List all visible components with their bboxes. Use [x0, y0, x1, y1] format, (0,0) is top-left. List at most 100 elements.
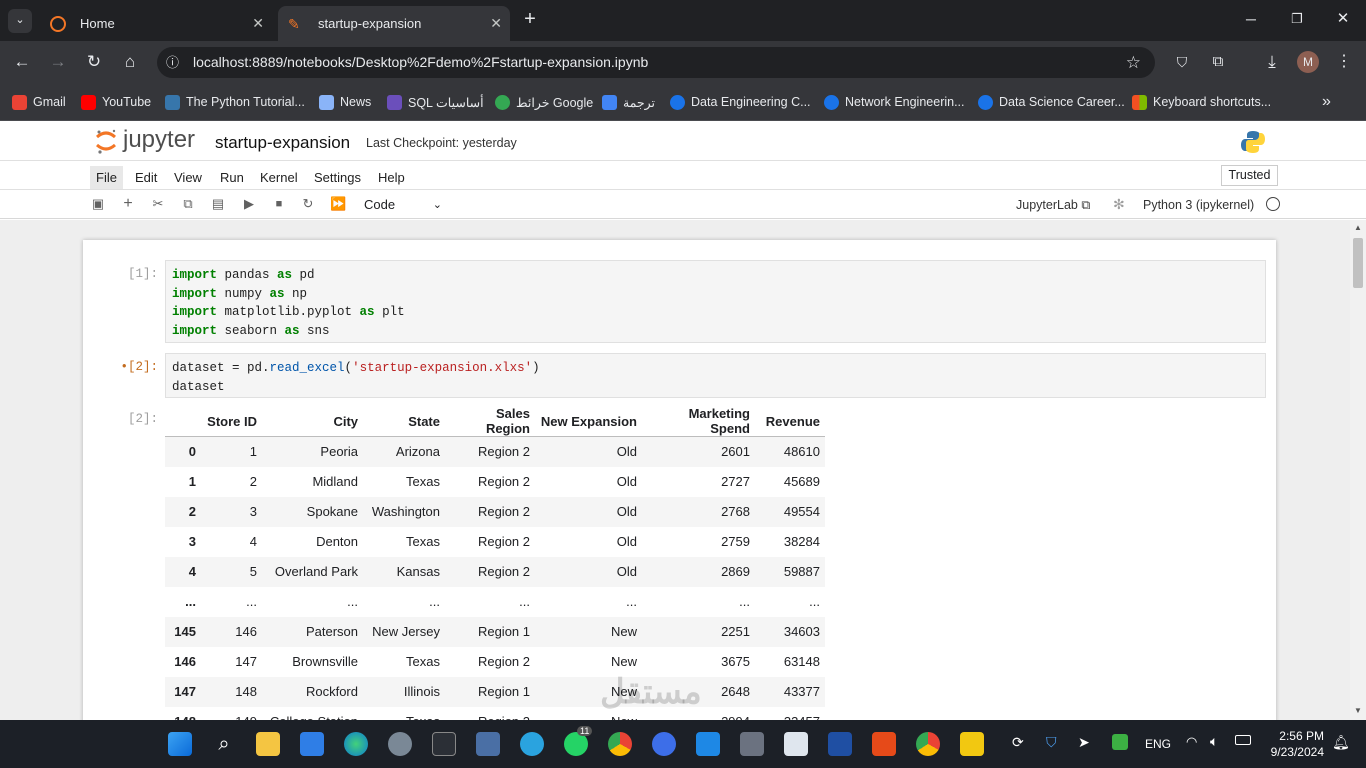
table-cell: 4	[249, 534, 257, 549]
tab-startup-expansion[interactable]: ✎ startup-expansion ✕	[278, 6, 510, 41]
bookmark-data-engineering[interactable]: Data Engineering C...	[670, 92, 811, 112]
notebook-title[interactable]: startup-expansion	[215, 133, 350, 153]
gear-icon[interactable]: ✻	[1113, 196, 1125, 213]
menu-settings[interactable]: Settings	[308, 166, 367, 189]
home-icon[interactable]: ⌂	[119, 51, 141, 73]
more-bookmarks-icon[interactable]: »	[1322, 92, 1331, 112]
bookmark-youtube[interactable]: YouTube	[81, 92, 151, 112]
paste-icon[interactable]: ▤	[210, 196, 226, 212]
security-shield-icon[interactable]: ⛉	[1046, 734, 1057, 751]
telegram-tray-icon[interactable]: ➤	[1078, 734, 1090, 751]
restore-icon[interactable]: ❐	[1286, 8, 1308, 30]
address-bar[interactable]: ⓘ localhost:8889/notebooks/Desktop%2Fdem…	[157, 47, 1155, 78]
wifi-icon[interactable]: ◠	[1186, 734, 1197, 750]
watermark: مستقل	[600, 673, 702, 711]
calculator-icon[interactable]	[476, 732, 500, 756]
table-cell: Spokane	[306, 504, 358, 519]
jupyter-logo-icon[interactable]	[95, 128, 117, 154]
battery-icon[interactable]	[1235, 735, 1251, 745]
trusted-indicator[interactable]: Trusted	[1221, 165, 1278, 186]
restart-icon[interactable]: ↻	[300, 196, 316, 212]
download-icon[interactable]: ⤓	[1261, 51, 1283, 73]
office-icon[interactable]	[872, 732, 896, 756]
tab-home[interactable]: Home ✕	[40, 6, 272, 41]
bookmark-keyboard-shortcuts[interactable]: Keyboard shortcuts...	[1132, 92, 1271, 112]
jupyterlab-link[interactable]: JupyterLab ⧉	[1016, 198, 1090, 213]
cell-type-select[interactable]: Code ⌄	[360, 195, 444, 215]
chrome-active-icon[interactable]	[916, 732, 940, 756]
shield-extension-icon[interactable]: ⛉	[1171, 51, 1193, 73]
snowflake-icon[interactable]	[784, 732, 808, 756]
powershell-icon[interactable]	[828, 732, 852, 756]
stop-icon[interactable]: ■	[271, 196, 287, 212]
scroll-up-icon[interactable]: ▲	[1354, 223, 1362, 232]
chrome-menu-icon[interactable]: ⋮	[1333, 51, 1355, 73]
sync-icon[interactable]: ⟳	[1012, 734, 1024, 751]
mostaql-icon[interactable]	[652, 732, 676, 756]
restart-run-all-icon[interactable]: ⏩	[330, 196, 346, 212]
bookmark-news[interactable]: News	[319, 92, 371, 112]
bookmark-python-tutorial[interactable]: The Python Tutorial...	[165, 92, 305, 112]
menu-view[interactable]: View	[168, 166, 208, 189]
profile-avatar[interactable]: M	[1297, 51, 1319, 73]
close-window-icon[interactable]: ✕	[1332, 8, 1354, 30]
scroll-down-icon[interactable]: ▼	[1354, 706, 1362, 715]
bookmark-star-icon[interactable]: ☆	[1126, 47, 1141, 78]
bookmark-maps[interactable]: خرائط Google	[495, 92, 593, 112]
menu-file[interactable]: File	[90, 166, 123, 189]
menu-kernel[interactable]: Kernel	[254, 166, 304, 189]
close-tab-icon[interactable]: ✕	[252, 15, 264, 32]
chrome-icon[interactable]	[608, 732, 632, 756]
back-icon[interactable]: ←	[11, 51, 33, 73]
reload-icon[interactable]: ↻	[83, 51, 105, 73]
store-icon[interactable]	[300, 732, 324, 756]
language-indicator[interactable]: ENG	[1145, 737, 1171, 751]
menu-edit[interactable]: Edit	[129, 166, 163, 189]
vscode-icon[interactable]	[696, 732, 720, 756]
copy-icon[interactable]: ⧉	[180, 196, 196, 212]
app-icon[interactable]	[740, 732, 764, 756]
run-icon[interactable]: ▶	[241, 196, 257, 212]
table-cell: 5	[249, 564, 257, 579]
table-cell: Region 2	[477, 534, 530, 549]
file-explorer-icon[interactable]	[256, 732, 280, 756]
bookmark-translate[interactable]: ترجمة	[602, 92, 655, 112]
page-scrollbar[interactable]: ▲ ▼	[1350, 220, 1366, 720]
volume-icon[interactable]: 🔈︎	[1210, 733, 1218, 750]
save-icon[interactable]: ▣	[90, 196, 106, 212]
site-info-icon[interactable]: ⓘ	[166, 47, 179, 78]
table-cell: Arizona	[395, 444, 440, 460]
check-tray-icon[interactable]	[1112, 734, 1128, 750]
close-tab-icon[interactable]: ✕	[490, 15, 502, 32]
bookmark-data-science[interactable]: Data Science Career...	[978, 92, 1125, 112]
power-bi-icon[interactable]	[960, 732, 984, 756]
scrollbar-thumb[interactable]	[1353, 238, 1363, 288]
settings-icon[interactable]	[388, 732, 412, 756]
new-tab-icon[interactable]: +	[519, 8, 541, 30]
code-line: dataset	[172, 379, 225, 394]
start-button-icon[interactable]	[168, 732, 192, 756]
forward-icon[interactable]: →	[47, 51, 69, 73]
edge-icon[interactable]	[344, 732, 368, 756]
code-cell-2[interactable]: dataset = pd.read_excel('startup-expansi…	[165, 353, 1266, 398]
cut-icon[interactable]: ✂	[150, 196, 166, 212]
terminal-icon[interactable]	[432, 732, 456, 756]
notification-bell-icon[interactable]: 🔔︎	[1332, 734, 1350, 751]
row-index: ...	[185, 594, 196, 609]
tab-search-icon[interactable]: ⌄	[8, 9, 32, 33]
insert-cell-icon[interactable]: +	[120, 196, 136, 212]
search-icon[interactable]: ⌕	[212, 732, 236, 756]
bookmark-network-engineering[interactable]: Network Engineerin...	[824, 92, 965, 112]
extensions-icon[interactable]: ⧉	[1207, 51, 1229, 73]
whatsapp-icon[interactable]: 11	[564, 726, 593, 756]
minimize-icon[interactable]: ─	[1240, 8, 1262, 30]
bookmark-gmail[interactable]: Gmail	[12, 92, 66, 112]
code-cell-1[interactable]: import pandas as pd import numpy as np i…	[165, 260, 1266, 343]
menu-help[interactable]: Help	[372, 166, 411, 189]
bookmark-sql[interactable]: SQL أساسيات	[387, 92, 484, 112]
clock-time[interactable]: 2:56 PM	[1268, 729, 1324, 743]
telegram-icon[interactable]	[520, 732, 544, 756]
clock-date[interactable]: 9/23/2024	[1264, 745, 1324, 759]
kernel-name[interactable]: Python 3 (ipykernel)	[1143, 198, 1254, 212]
menu-run[interactable]: Run	[214, 166, 250, 189]
